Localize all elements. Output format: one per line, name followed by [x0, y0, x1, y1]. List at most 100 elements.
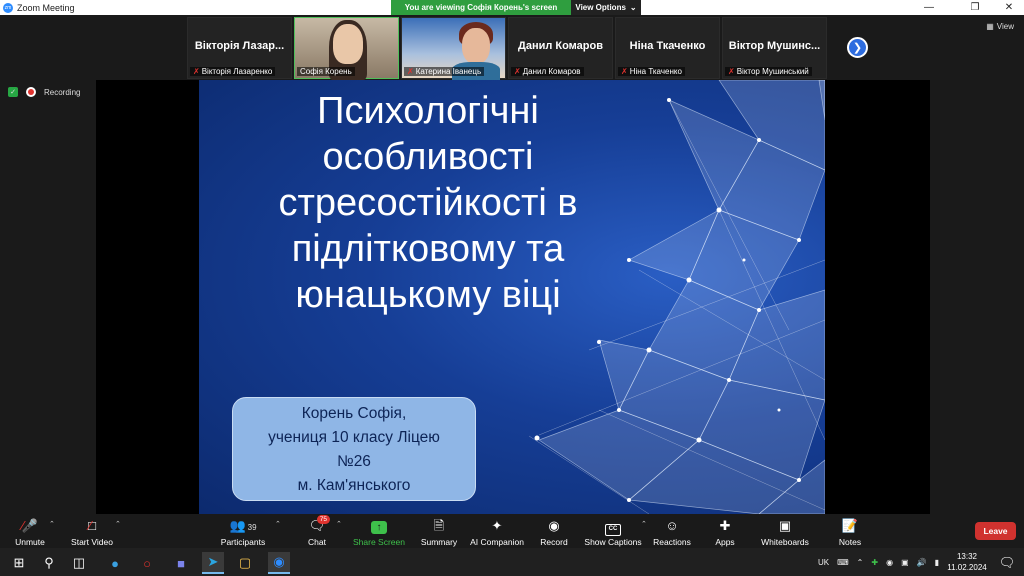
- participants-button[interactable]: 👥 39 Participants: [203, 518, 283, 547]
- record-icon: ◉: [548, 518, 560, 533]
- opera-browser-icon[interactable]: ○: [136, 552, 158, 574]
- mic-muted-icon: 🎤 ∕: [21, 518, 39, 533]
- network-icon[interactable]: ▣: [901, 558, 909, 567]
- share-screen-icon: ↑: [371, 518, 387, 534]
- zoom-window: zm Zoom Meeting — ❐ ✕ You are viewing Со…: [0, 0, 1024, 576]
- presentation-slide: Психологічні особливості стресостійкості…: [199, 80, 825, 514]
- grid-icon: ▦: [986, 22, 994, 31]
- clock[interactable]: 13:32 11.02.2024: [946, 551, 988, 573]
- apps-icon: ✚: [719, 518, 731, 533]
- close-icon[interactable]: ✕: [994, 0, 1024, 15]
- edge-browser-icon[interactable]: ●: [104, 552, 126, 574]
- captions-icon: CC: [605, 518, 621, 536]
- slide-title-line: особливості: [322, 136, 534, 178]
- window-title: Zoom Meeting: [17, 2, 75, 13]
- captions-icon-text: CC: [605, 524, 621, 536]
- participant-tile[interactable]: Ніна Ткаченко ✗ Ніна Ткаченко: [615, 17, 720, 79]
- recording-label: Recording: [44, 87, 81, 97]
- share-banner: You are viewing Софія Корень's screen Vi…: [391, 0, 641, 15]
- summary-icon: 🗎: [433, 518, 445, 533]
- chat-unread-badge: 75: [316, 515, 330, 524]
- telegram-icon[interactable]: ➤: [202, 552, 224, 574]
- clock-time: 13:32: [956, 552, 978, 561]
- participant-label: ✗ Вікторія Лазаренко: [190, 67, 276, 76]
- video-face: [333, 24, 363, 64]
- zoom-logo-icon: zm: [3, 2, 13, 13]
- sparkle-icon: ✦: [491, 518, 503, 533]
- camera-tray-icon[interactable]: ◉: [886, 558, 893, 567]
- view-options-label: View Options: [575, 3, 626, 12]
- mic-muted-icon: ✗: [514, 67, 521, 76]
- mic-muted-icon: ✗: [193, 67, 200, 76]
- windows-start-icon[interactable]: ⊞: [8, 552, 30, 574]
- system-tray: UK ⌨ ⌃ ✚ ◉ ▣ 🔊 ▮: [818, 548, 939, 576]
- notifications-icon[interactable]: 🗨: [996, 552, 1018, 574]
- participant-display-name: Вікторія Лазар...: [194, 40, 285, 52]
- shield-icon[interactable]: ✓: [8, 87, 18, 97]
- slide-title-line: Психологічні: [317, 90, 539, 132]
- teams-icon[interactable]: ■: [170, 552, 192, 574]
- restore-icon[interactable]: ❐: [960, 0, 990, 15]
- participant-label: ✗ Данил Комаров: [511, 67, 584, 76]
- view-button[interactable]: ▦ View: [986, 22, 1014, 31]
- caption-line: учениця 10 класу Ліцею: [268, 429, 440, 446]
- chevron-up-icon[interactable]: ⌃: [857, 558, 864, 567]
- slide-title-line: стресостійкості в: [278, 182, 578, 224]
- meeting-status: ✓ Recording: [8, 87, 80, 97]
- participants-icon: 👥 39: [229, 518, 257, 533]
- participant-tile[interactable]: Вікторія Лазар... ✗ Вікторія Лазаренко: [187, 17, 292, 79]
- video-options-caret[interactable]: ⌃: [115, 520, 121, 528]
- next-page-button[interactable]: ❯: [847, 37, 868, 58]
- chevron-right-icon: ❯: [852, 42, 863, 54]
- notes-button[interactable]: 📝 Notes: [810, 518, 890, 547]
- video-off-icon: □ ∕: [88, 518, 96, 533]
- mic-muted-icon: ✗: [621, 67, 628, 76]
- participant-name: Софія Корень: [300, 67, 352, 76]
- whiteboard-icon: ▣: [778, 518, 792, 533]
- mic-muted-icon: ✗: [407, 67, 414, 76]
- participant-name: Вікторія Лазаренко: [201, 67, 273, 76]
- participant-display-name: Віктор Мушинс...: [728, 40, 821, 52]
- participant-name: Данил Комаров: [522, 67, 581, 76]
- participant-tile[interactable]: Софія Корень: [294, 17, 399, 80]
- video-face: [462, 28, 490, 64]
- slide-title-line: юнацькому віці: [295, 274, 561, 316]
- battery-icon[interactable]: ▮: [935, 558, 939, 567]
- participant-label: ✗ Катерина Іванець: [404, 67, 485, 76]
- search-icon[interactable]: ⚲: [38, 552, 60, 574]
- caption-line: №26: [337, 453, 371, 470]
- viewing-label: You are viewing Софія Корень's screen: [391, 0, 571, 15]
- notes-icon: 📝: [841, 518, 859, 533]
- chat-icon: 🗨 75: [309, 515, 330, 534]
- participant-tile[interactable]: ✗ Катерина Іванець: [401, 17, 506, 80]
- participant-tile[interactable]: Данил Комаров ✗ Данил Комаров: [508, 17, 613, 79]
- notes-label: Notes: [838, 537, 862, 547]
- view-options-button[interactable]: View Options ⌄: [571, 0, 641, 15]
- start-video-label: Start Video: [71, 537, 113, 547]
- participants-label: Participants: [220, 537, 266, 547]
- participant-name: Віктор Мушинський: [736, 67, 809, 76]
- reaction-emoji-icon: ☺: [665, 518, 679, 533]
- volume-icon[interactable]: 🔊: [917, 558, 927, 567]
- file-explorer-icon[interactable]: ▢: [234, 552, 256, 574]
- participant-name: Ніна Ткаченко: [629, 67, 682, 76]
- clock-date: 11.02.2024: [947, 563, 987, 572]
- participant-label: Софія Корень: [297, 67, 355, 76]
- chevron-down-icon: ⌄: [629, 3, 637, 12]
- caption-line: Корень Софія,: [301, 405, 407, 422]
- minimize-icon[interactable]: —: [914, 0, 944, 15]
- participant-display-name: Данил Комаров: [517, 40, 603, 52]
- author-caption-box: Корень Софія, учениця 10 класу Ліцею №26…: [232, 397, 476, 501]
- leave-button[interactable]: Leave: [975, 522, 1016, 540]
- participant-strip: Вікторія Лазар... ✗ Вікторія Лазаренко Со…: [187, 17, 827, 80]
- task-view-icon[interactable]: ◫: [68, 552, 90, 574]
- zoom-taskbar-icon[interactable]: ◉: [268, 552, 290, 574]
- language-indicator[interactable]: UK: [818, 558, 829, 567]
- slide-title: Психологічні особливості стресостійкості…: [213, 88, 643, 318]
- keyboard-icon[interactable]: ⌨: [837, 558, 849, 567]
- participant-tile[interactable]: Віктор Мушинс... ✗ Віктор Мушинський: [722, 17, 827, 79]
- mic-muted-icon: ✗: [728, 67, 735, 76]
- slide-title-line: підлітковому та: [291, 228, 565, 270]
- app-tray-icon[interactable]: ✚: [871, 558, 878, 567]
- participant-label: ✗ Віктор Мушинський: [725, 67, 812, 76]
